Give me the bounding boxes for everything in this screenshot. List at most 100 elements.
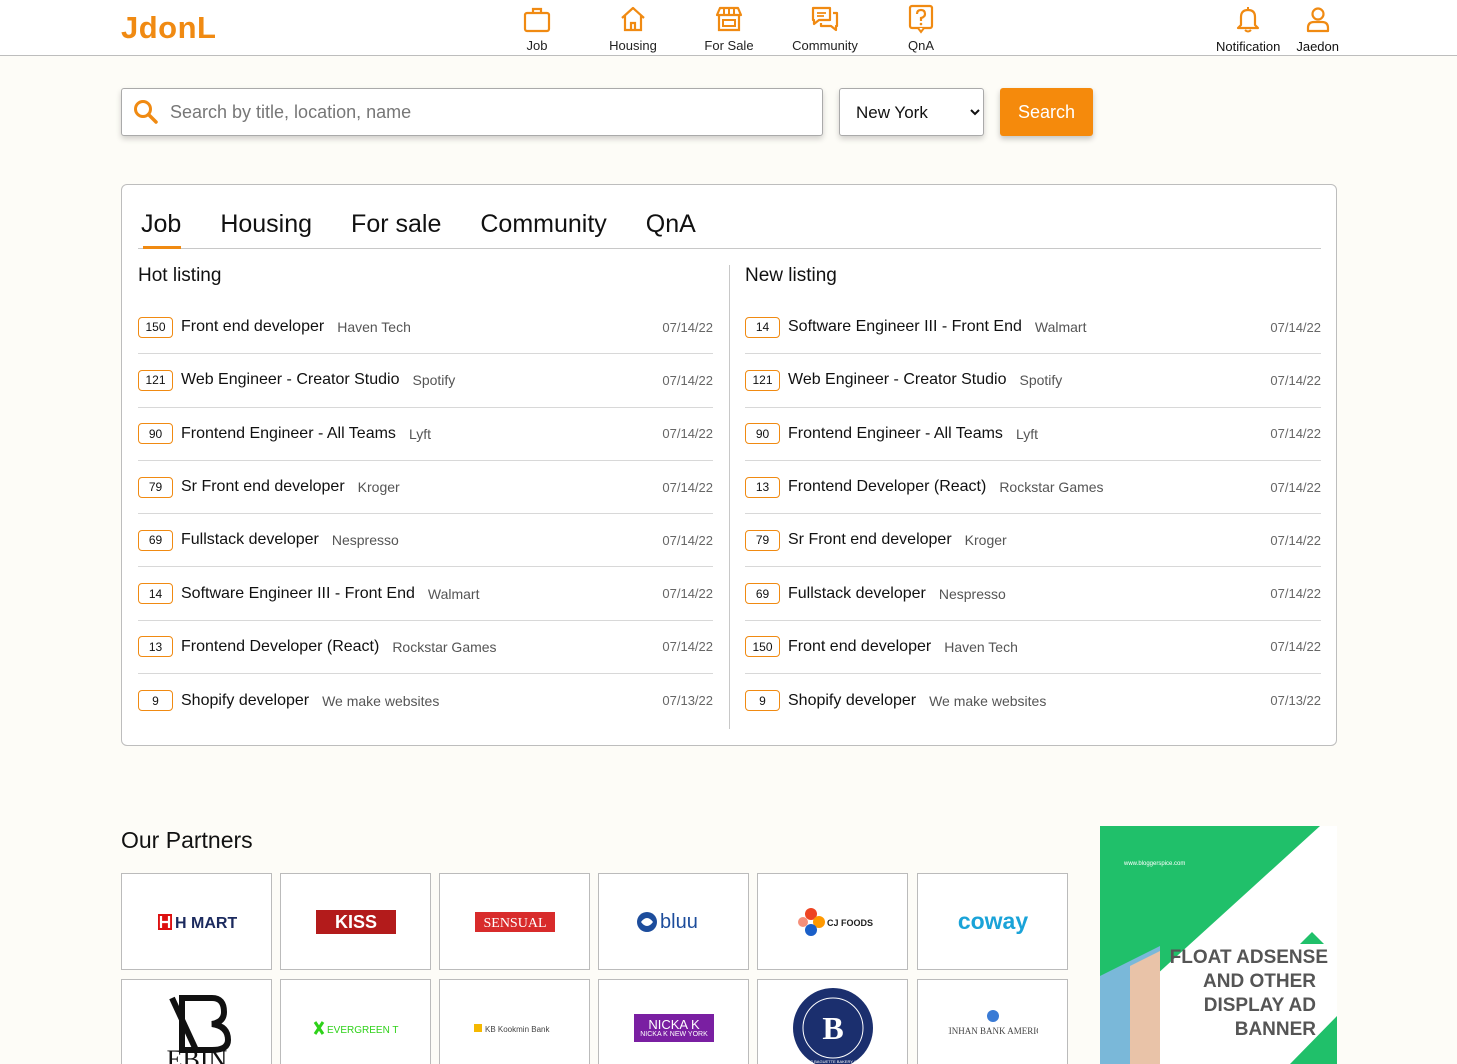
nicka-k-logo: NICKA K NEW YORKNICKA K [633,1013,714,1042]
user-profile-button[interactable]: Jaedon [1296,4,1339,54]
listing-row[interactable]: 9 Shopify developer We make websites 07/13/… [138,674,713,727]
listing-row[interactable]: 121 Web Engineer - Creator Studio Spotify 0… [745,354,1321,408]
listing-title[interactable]: Frontend Engineer - All Teams [788,425,1003,443]
partner-logo-cj-foods[interactable]: CJ FOODS [757,873,908,970]
bluu-logo: bluu [636,911,697,933]
listing-title[interactable]: Web Engineer - Creator Studio [181,371,399,389]
coway-logo: coway [957,908,1028,934]
tab-qna[interactable]: QnA [646,185,696,248]
nicka-k-logo-text: NICKA K NEW YORK [640,1031,708,1038]
view-count-badge: 121 [745,369,780,391]
hmart-logo-text: H MART [175,915,237,932]
partner-logo-evergreen[interactable]: EVERGREEN TEAM [280,979,431,1064]
ad-banner[interactable]: www.bloggerspice.com FLOAT ADSENSE AND O… [1100,826,1337,1064]
listing-title[interactable]: Sr Front end developer [181,478,345,496]
tab-job[interactable]: Job [141,185,182,249]
listing-row[interactable]: 14 Software Engineer III - Front End Walma… [138,567,713,621]
listing-row[interactable]: 90 Frontend Engineer - All Teams Lyft 07/14… [138,408,713,461]
tab-housing[interactable]: Housing [220,185,312,248]
tab-for-sale[interactable]: For sale [351,185,441,248]
listing-row[interactable]: 14 Software Engineer III - Front End Walma… [745,301,1321,355]
search-input[interactable] [170,101,810,123]
partner-logo-ebin[interactable]: EBIN [121,979,272,1064]
city-select[interactable]: New York [839,88,984,136]
store-icon [715,6,743,32]
ebin-logo-text: EBIN [166,1045,227,1064]
user-name-label: Jaedon [1296,39,1339,54]
user-icon [1306,7,1329,33]
listing-row[interactable]: 13 Frontend Developer (React) Rockstar Gam… [138,621,713,675]
nav-job-label: Job [526,38,548,53]
listing-title[interactable]: Front end developer [181,318,324,336]
listing-company: Walmart [427,585,480,602]
listing-company: Kroger [357,479,400,496]
listing-row[interactable]: 121 Web Engineer - Creator Studio Spotify 0… [138,354,713,408]
nav-housing[interactable]: Housing [585,4,681,53]
app-logo[interactable]: JdonL [121,10,217,46]
view-count-badge: 9 [745,690,780,712]
listing-date: 07/14/22 [1270,532,1321,548]
tab-community[interactable]: Community [480,185,606,248]
listing-title[interactable]: Frontend Developer (React) [181,638,379,656]
partner-logo-kiss[interactable]: KISS [280,873,431,970]
partner-logo-paris-baguette[interactable]: B PARIS BAGUETTE BAKERY CAFE [757,979,908,1064]
search-button[interactable]: Search [1000,88,1093,136]
view-count-badge: 121 [138,369,173,391]
view-count-badge: 14 [138,583,173,605]
bell-icon [1237,7,1260,33]
nav-job[interactable]: Job [489,4,585,53]
view-count-badge: 13 [745,476,780,498]
ebin-logo: EBIN [166,994,231,1064]
listing-title[interactable]: Fullstack developer [181,531,319,549]
listing-date: 07/14/22 [1270,586,1321,602]
listing-title[interactable]: Fullstack developer [788,585,926,603]
partners-heading: Our Partners [121,827,253,853]
listing-row[interactable]: 150 Front end developer Haven Tech 07/14/22 [745,621,1321,675]
hmart-logo: H MART [157,913,237,932]
listing-row[interactable]: 13 Frontend Developer (React) Rockstar Gam… [745,461,1321,515]
listing-company: Lyft [1015,425,1038,442]
hot-listing-column: Hot listing 150 Front end developer Haven … [138,265,713,727]
listing-row[interactable]: 69 Fullstack developer Nespresso 07/14/22 [745,567,1321,621]
nav-for-sale[interactable]: For Sale [681,4,777,53]
listing-date: 07/14/22 [662,319,713,335]
listing-row[interactable]: 150 Front end developer Haven Tech 07/14/22 [138,301,713,355]
view-count-badge: 79 [138,476,173,498]
listing-title[interactable]: Sr Front end developer [788,531,952,549]
listing-title[interactable]: Frontend Engineer - All Teams [181,425,396,443]
nav-community[interactable]: Community [777,4,873,53]
partner-logo-shinhan[interactable]: SHINHAN BANK AMERICA [917,979,1068,1064]
notification-button[interactable]: Notification [1216,4,1280,54]
listing-title[interactable]: Frontend Developer (React) [788,478,986,496]
listing-row[interactable]: 69 Fullstack developer Nespresso 07/14/22 [138,514,713,568]
svg-text:NICKA K: NICKA K [648,1017,700,1032]
listing-company: Rockstar Games [999,479,1104,496]
category-tabs: Job Housing For sale Community QnA [138,185,1321,249]
listing-title[interactable]: Software Engineer III - Front End [788,318,1022,336]
partner-logo-nicka-k[interactable]: NICKA K NEW YORK NICKA K [598,979,749,1064]
listing-row[interactable]: 90 Frontend Engineer - All Teams Lyft 07/14… [745,408,1321,461]
nav-qna[interactable]: QnA [873,4,969,53]
partner-logo-coway[interactable]: coway [917,873,1068,970]
evergreen-logo-text: EVERGREEN TEAM [327,1025,399,1036]
listing-title[interactable]: Shopify developer [181,692,309,710]
listing-date: 07/13/22 [662,693,713,709]
partner-logo-kb-bank[interactable]: KB Kookmin Bank [439,979,590,1064]
ad-text-line-4: BANNER [1235,1019,1317,1040]
listing-date: 07/14/22 [662,372,713,388]
listing-title[interactable]: Web Engineer - Creator Studio [788,371,1006,389]
partner-logo-hmart[interactable]: H MART [121,873,272,970]
cj-foods-logo-text: CJ FOODS [827,918,873,928]
view-count-badge: 150 [138,316,173,338]
listing-row[interactable]: 79 Sr Front end developer Kroger 07/14/22 [745,514,1321,568]
listing-row[interactable]: 79 Sr Front end developer Kroger 07/14/22 [138,461,713,515]
listing-title[interactable]: Shopify developer [788,692,916,710]
listing-title[interactable]: Software Engineer III - Front End [181,585,415,603]
partner-logo-sensual[interactable]: SENSUAL [439,873,590,970]
listing-row[interactable]: 9 Shopify developer We make websites 07/13/… [745,674,1321,727]
listing-title[interactable]: Front end developer [788,638,931,656]
column-divider [729,265,730,729]
listing-date: 07/14/22 [662,426,713,442]
partner-logo-bluu[interactable]: bluu [598,873,749,970]
listing-company: Haven Tech [337,319,411,336]
